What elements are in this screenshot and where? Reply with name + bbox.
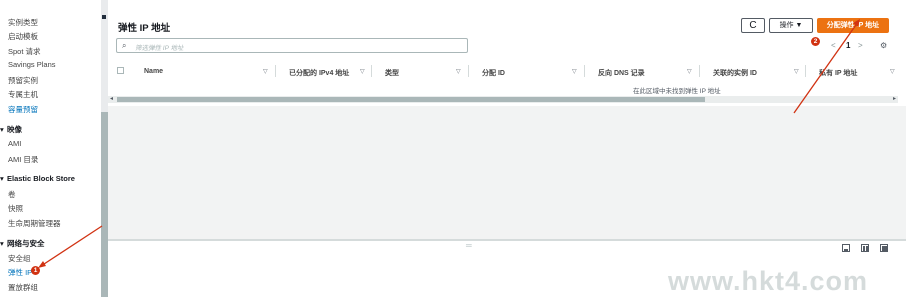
- arrowhead-icon: [853, 19, 860, 27]
- step-badge-2: 2: [811, 37, 820, 46]
- annotation-arrow-1: [40, 225, 103, 267]
- annotation-arrows: [38, 19, 860, 268]
- annotation-arrow-2: [793, 21, 859, 114]
- step-badge-1: 1: [31, 266, 40, 275]
